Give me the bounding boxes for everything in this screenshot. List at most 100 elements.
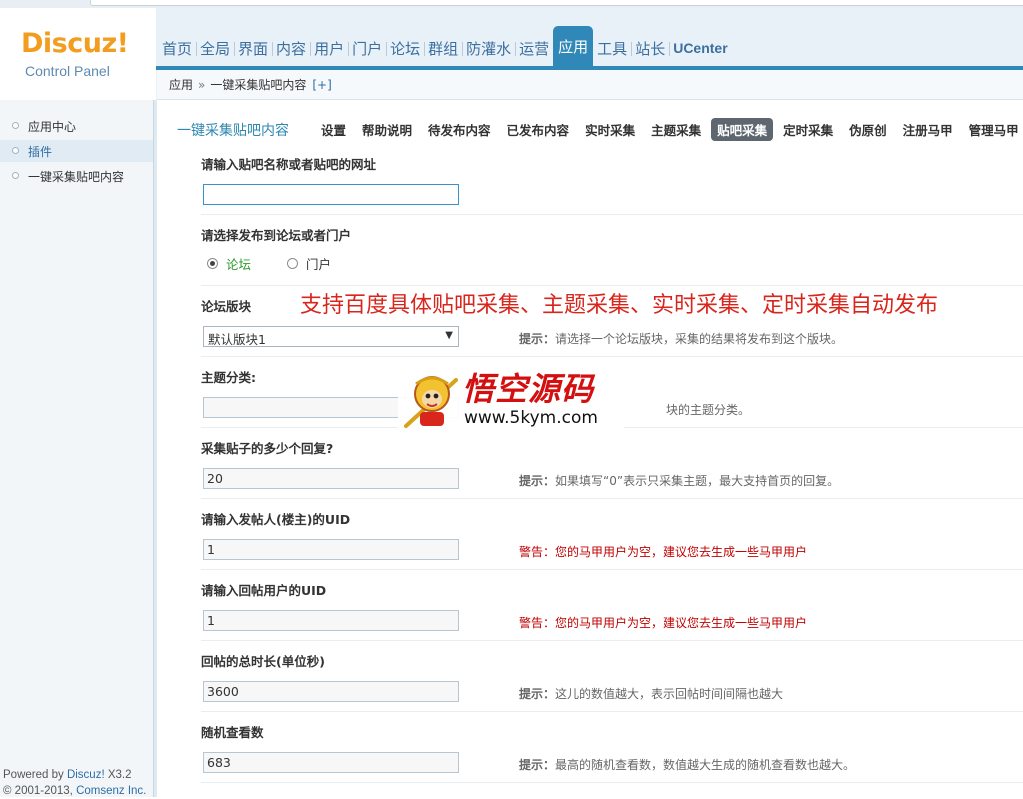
row-divider [201,711,1023,712]
plugin-title: 一键采集贴吧内容 [177,123,289,139]
tab-help[interactable]: 帮助说明 [356,118,418,141]
row-divider [201,640,1023,641]
breadcrumb-root[interactable]: 应用 [169,76,193,93]
sidebar-item-label: 插件 [28,144,53,159]
forum-select[interactable]: 默认版块1 ▼ [203,326,459,347]
row-divider [201,285,1023,286]
browser-address-bar-edge [90,0,1023,6]
add-shortcut-button[interactable]: [+] [312,78,331,92]
main-nav: 首页 全局 界面 内容 用户 门户 论坛 群组 防灌水 运营 应用 工具 站长 … [158,26,732,66]
footer-copyright: © 2001-2013, [3,785,77,797]
form-row-duration: 回帖的总时长(单位秒) 提示：这儿的数值越大，表示回帖时间间隔也越大 [201,651,1023,712]
forum-select-value: 默认版块1 [208,332,266,347]
nav-founder[interactable]: 站长 [631,30,669,66]
reply-uid-warning: 警告：您的马甲用户为空，建议您去生成一些马甲用户 [519,616,808,630]
watermark: 悟空源码 www.5kym.com [398,362,624,438]
views-hint-text: 最高的随机查看数，数值越大生成的随机查看数也越大。 [555,758,856,772]
tab-published[interactable]: 已发布内容 [501,118,576,141]
nav-antispam[interactable]: 防灌水 [462,30,515,66]
reply-uid-input[interactable] [203,610,459,631]
tieba-input[interactable] [203,184,459,205]
nav-home[interactable]: 首页 [158,30,196,66]
breadcrumb-current: 一键采集贴吧内容 [210,78,307,92]
form-row-views: 随机查看数 提示：最高的随机查看数，数值越大生成的随机查看数也越大。 [201,722,1023,783]
hint-prefix: 提示： [519,758,556,772]
form-row-publish-target: 请选择发布到论坛或者门户 论坛 门户 [201,225,1023,286]
reply-count-input[interactable] [203,468,459,489]
sidebar-footer: Powered by Discuz! X3.2 © 2001-2013, Com… [3,767,146,799]
tieba-label: 请输入贴吧名称或者贴吧的网址 [201,157,377,172]
tab-pseudo-original[interactable]: 伪原创 [843,118,893,141]
topic-hint: 块的主题分类。 [666,403,751,417]
promo-caption: 支持百度具体贴吧采集、主题采集、实时采集、定时采集自动发布 [300,293,939,318]
monkey-king-icon [404,376,458,428]
footer-comsenz-link[interactable]: Comsenz Inc. [76,785,146,797]
tab-pending[interactable]: 待发布内容 [422,118,497,141]
radio-unchecked-icon [287,258,298,269]
radio-portal[interactable]: 门户 [287,254,331,273]
sidebar: 应用中心 插件 一键采集贴吧内容 Powered by Discuz! X3.2… [0,100,153,797]
tab-register-vest[interactable]: 注册马甲 [897,118,959,141]
bullet-icon [12,122,19,129]
sidebar-item-tieba-collect[interactable]: 一键采集贴吧内容 [0,165,153,187]
footer-version: X3.2 [104,769,132,781]
form-row-reply-uid: 请输入回帖用户的UID 警告：您的马甲用户为空，建议您去生成一些马甲用户 [201,580,1023,641]
sidebar-item-plugins[interactable]: 插件 [0,140,153,162]
tab-realtime[interactable]: 实时采集 [579,118,641,141]
form-row-poster-uid: 请输入发帖人(楼主)的UID 警告：您的马甲用户为空，建议您去生成一些马甲用户 [201,509,1023,570]
tab-settings[interactable]: 设置 [315,118,352,141]
logo[interactable]: Discuz! Control Panel [0,8,156,100]
breadcrumb-separator: » [198,77,206,92]
radio-forum-label: 论坛 [226,257,252,272]
tab-manage-vest[interactable]: 管理马甲 [963,118,1023,141]
row-divider [201,569,1023,570]
dropdown-arrow-icon: ▼ [445,330,453,341]
tab-tieba[interactable]: 贴吧采集 [711,118,774,141]
publish-label: 请选择发布到论坛或者门户 [201,228,352,243]
nav-apps[interactable]: 应用 [553,26,594,66]
radio-forum[interactable]: 论坛 [207,254,251,273]
nav-ucenter[interactable]: UCenter [669,30,731,66]
sidebar-item-label: 应用中心 [28,119,77,134]
row-divider [201,356,1023,357]
row-divider [201,214,1023,215]
duration-input[interactable] [203,681,459,702]
reply-count-hint-text: 如果填写“0”表示只采集主题，最大支持首页的回复。 [555,474,840,488]
views-input[interactable] [203,752,459,773]
nav-operation[interactable]: 运营 [515,30,553,66]
header: Discuz! Control Panel 首页 全局 界面 内容 用户 门户 … [0,8,1023,100]
form-row-tieba: 请输入贴吧名称或者贴吧的网址 [201,154,1023,215]
nav-tools[interactable]: 工具 [593,30,631,66]
poster-uid-input[interactable] [203,539,459,560]
nav-user[interactable]: 用户 [310,30,348,66]
sidebar-item-label: 一键采集贴吧内容 [28,169,125,184]
logo-subtitle: Control Panel [25,63,110,79]
bullet-icon [12,172,19,179]
forum-hint-text: 请选择一个论坛版块，采集的结果将发布到这个版块。 [555,332,844,346]
nav-group[interactable]: 群组 [424,30,462,66]
sidebar-item-app-center[interactable]: 应用中心 [0,115,153,137]
logo-brand: Discuz! [21,28,129,59]
nav-style[interactable]: 界面 [234,30,272,66]
row-divider [201,498,1023,499]
radio-portal-label: 门户 [306,257,332,272]
nav-forum[interactable]: 论坛 [386,30,424,66]
hint-prefix: 提示： [519,687,556,701]
watermark-title: 悟空源码 [462,370,595,408]
watermark-url: www.5kym.com [464,408,598,428]
nav-portal[interactable]: 门户 [348,30,386,66]
main-content: 一键采集贴吧内容 设置 帮助说明 待发布内容 已发布内容 实时采集 主题采集 贴… [157,100,1023,797]
tab-topic[interactable]: 主题采集 [645,118,707,141]
poster-uid-warning: 警告：您的马甲用户为空，建议您去生成一些马甲用户 [519,545,808,559]
footer-discuz-link[interactable]: Discuz! [67,769,105,781]
reply-uid-label: 请输入回帖用户的UID [201,583,327,598]
bullet-icon [12,147,19,154]
nav-content[interactable]: 内容 [272,30,310,66]
tab-scheduled[interactable]: 定时采集 [777,118,839,141]
breadcrumb: 应用 » 一键采集贴吧内容 [+] [157,70,1023,100]
row-divider [201,782,1023,783]
hint-prefix: 提示： [519,474,556,488]
hint-prefix: 提示： [519,332,556,346]
nav-global[interactable]: 全局 [196,30,234,66]
duration-hint: 提示：这儿的数值越大，表示回帖时间间隔也越大 [519,685,783,702]
